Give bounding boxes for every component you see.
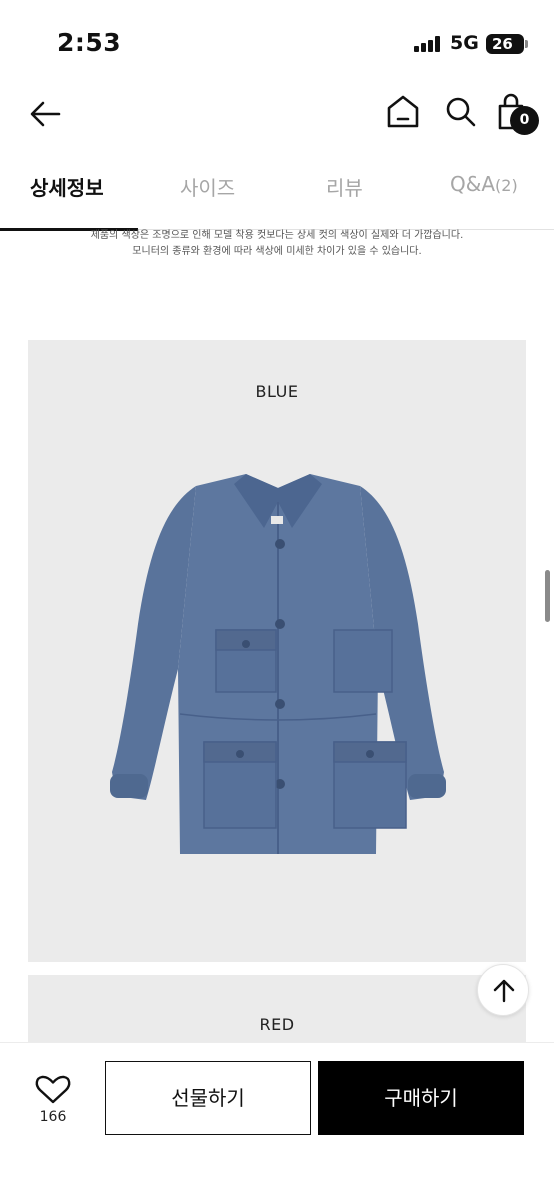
tab-label: 사이즈: [180, 176, 236, 200]
arrow-left-icon: [30, 101, 61, 127]
jacket-image: [110, 474, 446, 854]
buy-button[interactable]: 구매하기: [318, 1061, 524, 1135]
notice-line: 제품의 색상은 조명으로 인해 모델 착용 컷보다는 상세 컷의 색상이 실제와…: [90, 230, 464, 241]
battery-icon: 26: [486, 34, 524, 54]
like-button[interactable]: 166: [30, 1073, 76, 1133]
color-name-label: BLUE: [255, 382, 299, 401]
tab-review[interactable]: 리뷰: [326, 172, 363, 201]
search-button[interactable]: [442, 92, 480, 132]
color-notice: 제품의 색상은 조명으로 인해 모델 착용 컷보다는 상세 컷의 색상이 실제와…: [0, 228, 554, 260]
arrow-up-icon: [493, 979, 515, 1003]
detail-tabs: 상세정보 사이즈 리뷰 Q&A(2): [0, 160, 554, 231]
home-button[interactable]: [384, 92, 422, 132]
back-button[interactable]: [26, 94, 66, 134]
battery-level: 26: [492, 35, 513, 53]
tab-label: 상세정보: [30, 176, 104, 200]
battery-tip: [525, 40, 528, 48]
status-time: 2:53: [57, 28, 122, 57]
product-image-blue: BLUE: [28, 340, 526, 962]
notice-line: 모니터의 종류와 환경에 따라 색상에 미세한 차이가 있을 수 있습니다.: [132, 246, 422, 257]
gift-button[interactable]: 선물하기: [105, 1061, 311, 1135]
scrollbar[interactable]: [545, 570, 550, 622]
status-bar: 2:53 5G 26: [0, 0, 554, 84]
signal-icon: [414, 36, 442, 52]
tab-qna-count: (2): [495, 176, 518, 195]
tab-qna[interactable]: Q&A(2): [450, 172, 518, 196]
network-label: 5G: [450, 32, 479, 54]
color-name-label: RED: [259, 1015, 295, 1034]
top-header: [0, 84, 554, 144]
tab-label: 리뷰: [326, 176, 363, 200]
bottom-action-bar: 166 선물하기 구매하기: [0, 1042, 554, 1200]
scroll-top-button[interactable]: [477, 964, 529, 1016]
tab-size[interactable]: 사이즈: [180, 172, 235, 201]
home-icon: [387, 95, 419, 128]
heart-icon: [35, 1075, 71, 1104]
like-count: 166: [39, 1109, 67, 1125]
cart-count-badge: 0: [510, 106, 539, 135]
tab-label: Q&A: [450, 172, 496, 196]
search-icon: [446, 97, 476, 127]
tab-detail-info[interactable]: 상세정보: [30, 172, 104, 201]
